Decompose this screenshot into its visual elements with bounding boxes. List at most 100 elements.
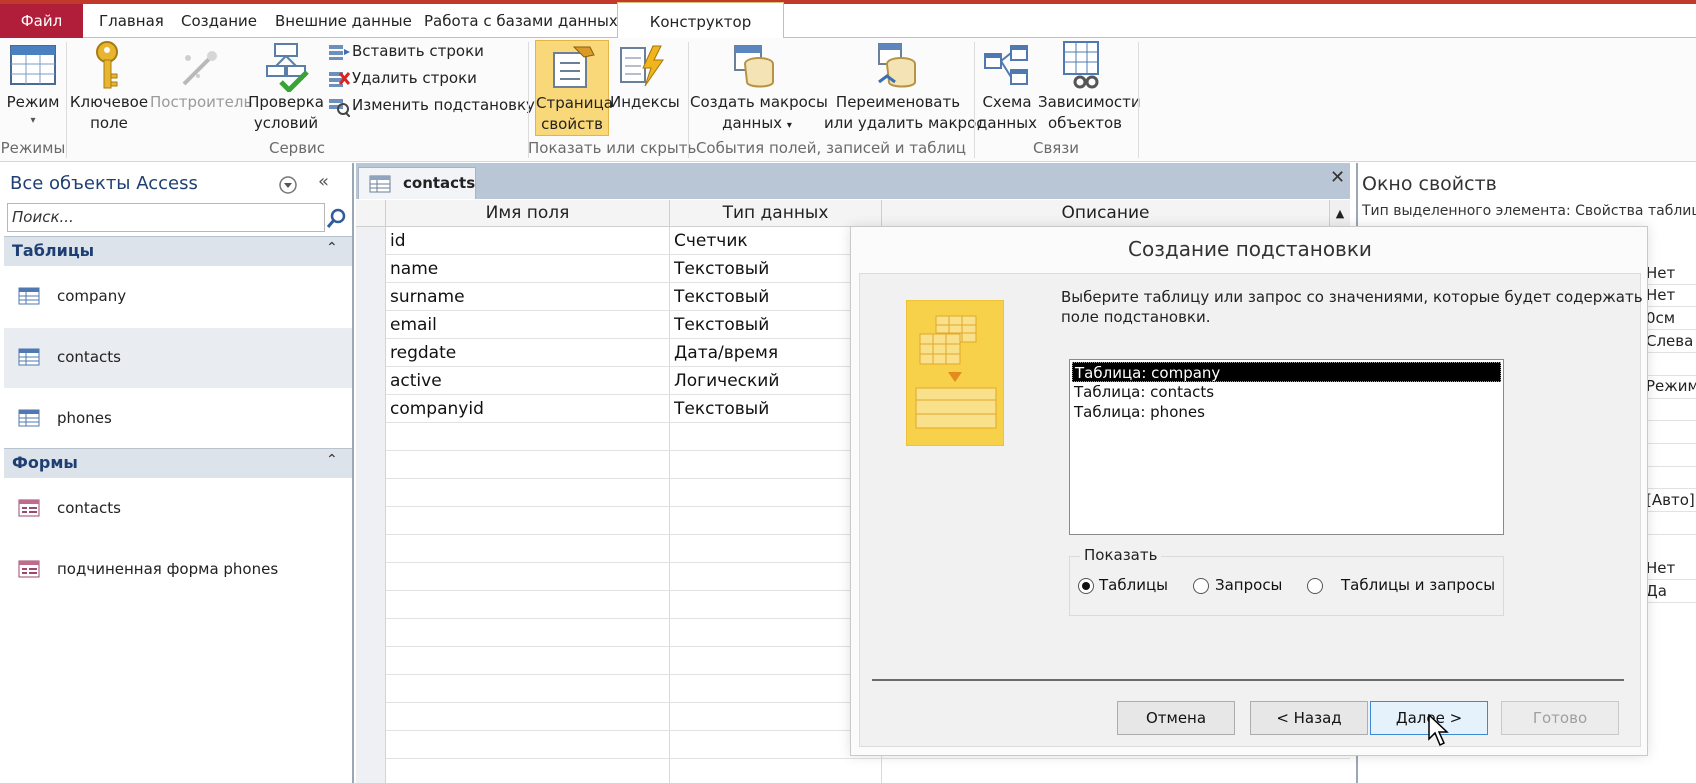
key-icon[interactable] bbox=[93, 40, 123, 92]
indexes-button[interactable]: Индексы bbox=[610, 92, 680, 113]
property-row-line bbox=[1646, 398, 1696, 399]
field-name-cell[interactable]: active bbox=[390, 367, 442, 395]
rename-delete-macro-button[interactable]: Переименовать или удалить макрос bbox=[824, 92, 985, 134]
close-document-icon[interactable]: ✕ bbox=[1330, 167, 1345, 188]
table-icon bbox=[18, 348, 40, 366]
nav-search-box[interactable]: Поиск... bbox=[7, 203, 325, 232]
property-value[interactable]: Нет bbox=[1646, 264, 1675, 282]
nav-title: Все объекты Access bbox=[10, 173, 198, 194]
radio-tables-and-queries[interactable] bbox=[1307, 578, 1323, 594]
property-row-line bbox=[1646, 466, 1696, 467]
property-value[interactable]: Да bbox=[1646, 582, 1667, 600]
tab-external-data[interactable]: Внешние данные bbox=[275, 6, 412, 36]
nav-item-form-phones-subform[interactable]: подчиненная форма phones bbox=[4, 540, 352, 600]
data-type-cell[interactable]: Текстовый bbox=[674, 255, 769, 283]
field-name-cell[interactable]: name bbox=[390, 255, 438, 283]
cancel-button[interactable]: Отмена bbox=[1117, 701, 1235, 735]
delete-rows-icon[interactable] bbox=[328, 70, 350, 88]
delete-rows-button[interactable]: Удалить строки bbox=[352, 68, 477, 89]
column-header-data-type[interactable]: Тип данных bbox=[670, 200, 882, 227]
list-item[interactable]: Таблица: contacts bbox=[1072, 382, 1501, 402]
nav-search-input[interactable]: Поиск... bbox=[12, 208, 74, 226]
radio-tables-and-queries-label[interactable]: Таблицы и запросы bbox=[1341, 576, 1495, 594]
view-icon[interactable] bbox=[9, 44, 57, 86]
nav-header[interactable]: Все объекты Access « bbox=[0, 167, 352, 201]
data-type-cell[interactable]: Дата/время bbox=[674, 339, 778, 367]
radio-tables[interactable] bbox=[1078, 578, 1094, 594]
property-row-line bbox=[1646, 284, 1696, 285]
property-sheet-button[interactable]: Страница свойств bbox=[535, 40, 613, 136]
chevron-up-icon[interactable]: ⌃ bbox=[326, 452, 338, 468]
tab-database-tools[interactable]: Работа с базами данных bbox=[424, 6, 618, 36]
tab-design[interactable]: Конструктор bbox=[617, 2, 784, 39]
radio-tables-label[interactable]: Таблицы bbox=[1099, 576, 1168, 594]
test-rules-button[interactable]: Проверка условий bbox=[248, 92, 324, 134]
property-value[interactable]: 0см bbox=[1646, 309, 1675, 327]
nav-item-table-contacts[interactable]: contacts bbox=[4, 328, 352, 388]
tab-file[interactable]: Файл bbox=[0, 4, 83, 38]
column-header-field-name[interactable]: Имя поля bbox=[386, 200, 670, 227]
tab-create[interactable]: Создание bbox=[181, 6, 257, 36]
object-dependencies-button[interactable]: Зависимости объектов bbox=[1038, 92, 1141, 134]
field-name-cell[interactable]: regdate bbox=[390, 339, 456, 367]
property-value[interactable]: Слева bbox=[1646, 332, 1693, 350]
nav-section-forms[interactable]: Формы ⌃ bbox=[4, 448, 352, 478]
field-name-cell[interactable]: email bbox=[390, 311, 437, 339]
relationships-icon[interactable] bbox=[983, 44, 1031, 88]
collapse-pane-icon[interactable]: « bbox=[318, 171, 329, 192]
row-selector-column[interactable] bbox=[356, 227, 386, 783]
nav-item-table-phones[interactable]: phones bbox=[4, 389, 352, 449]
data-type-cell[interactable]: Текстовый bbox=[674, 395, 769, 423]
table-list-box[interactable]: Таблица: company Таблица: contacts Табли… bbox=[1069, 359, 1504, 535]
nav-menu-dropdown-icon[interactable] bbox=[278, 175, 298, 195]
tab-home[interactable]: Главная bbox=[99, 6, 164, 36]
finish-button: Готово bbox=[1501, 701, 1619, 735]
create-data-macros-button[interactable]: Создать макросы данных ▾ bbox=[690, 92, 828, 136]
field-name-cell[interactable]: id bbox=[390, 227, 406, 255]
group-label-show-hide: Показать или скрыть bbox=[528, 139, 697, 157]
nav-item-form-contacts[interactable]: contacts bbox=[4, 479, 352, 539]
document-tab-contacts[interactable]: contacts bbox=[358, 167, 476, 199]
object-dependencies-icon[interactable] bbox=[1062, 40, 1108, 90]
radio-queries[interactable] bbox=[1193, 578, 1209, 594]
back-button[interactable]: < Назад bbox=[1250, 701, 1368, 735]
test-rules-icon[interactable] bbox=[265, 42, 309, 92]
selection-type-label: Тип выделенного элемента: Свойства табли… bbox=[1362, 203, 1696, 219]
list-item[interactable]: Таблица: company bbox=[1072, 362, 1501, 382]
property-row-line bbox=[1646, 602, 1696, 603]
list-item[interactable]: Таблица: phones bbox=[1072, 402, 1501, 422]
field-name-cell[interactable]: surname bbox=[390, 283, 465, 311]
property-row-line bbox=[1646, 443, 1696, 444]
property-sheet-icon bbox=[553, 46, 595, 88]
data-type-cell[interactable]: Текстовый bbox=[674, 311, 769, 339]
modify-lookups-icon[interactable] bbox=[328, 97, 350, 117]
nav-section-title: Формы bbox=[12, 453, 78, 472]
search-icon[interactable] bbox=[326, 207, 348, 229]
indexes-icon[interactable] bbox=[619, 44, 667, 88]
nav-item-label: подчиненная форма phones bbox=[57, 560, 279, 578]
insert-rows-button[interactable]: Вставить строки bbox=[352, 41, 484, 62]
property-value[interactable]: Нет bbox=[1646, 559, 1675, 577]
dialog-divider bbox=[872, 679, 1624, 681]
rename-macro-icon[interactable] bbox=[875, 42, 923, 90]
chevron-up-icon[interactable]: ⌃ bbox=[326, 240, 338, 256]
relationships-button[interactable]: Схема данных bbox=[976, 92, 1038, 134]
data-type-cell[interactable]: Счетчик bbox=[674, 227, 748, 255]
property-value[interactable]: [Авто] bbox=[1646, 491, 1695, 509]
data-type-cell[interactable]: Логический bbox=[674, 367, 779, 395]
column-header-description[interactable]: Описание bbox=[882, 200, 1330, 227]
radio-queries-label[interactable]: Запросы bbox=[1215, 576, 1282, 594]
view-dropdown-arrow[interactable]: ▾ bbox=[6, 110, 60, 131]
data-macros-icon[interactable] bbox=[733, 42, 781, 90]
modify-lookups-button[interactable]: Изменить подстановку bbox=[352, 95, 535, 116]
primary-key-button[interactable]: Ключевое поле bbox=[68, 92, 150, 134]
nav-item-label: phones bbox=[57, 409, 112, 427]
field-name-cell[interactable]: companyid bbox=[390, 395, 484, 423]
nav-item-table-company[interactable]: company bbox=[4, 267, 352, 327]
property-value[interactable]: Нет bbox=[1646, 286, 1675, 304]
property-value[interactable]: Режим bbox=[1646, 377, 1696, 395]
insert-rows-icon[interactable] bbox=[328, 43, 350, 61]
nav-section-tables[interactable]: Таблицы ⌃ bbox=[4, 236, 352, 266]
scroll-up-arrow-icon[interactable]: ▲ bbox=[1330, 200, 1350, 227]
data-type-cell[interactable]: Текстовый bbox=[674, 283, 769, 311]
